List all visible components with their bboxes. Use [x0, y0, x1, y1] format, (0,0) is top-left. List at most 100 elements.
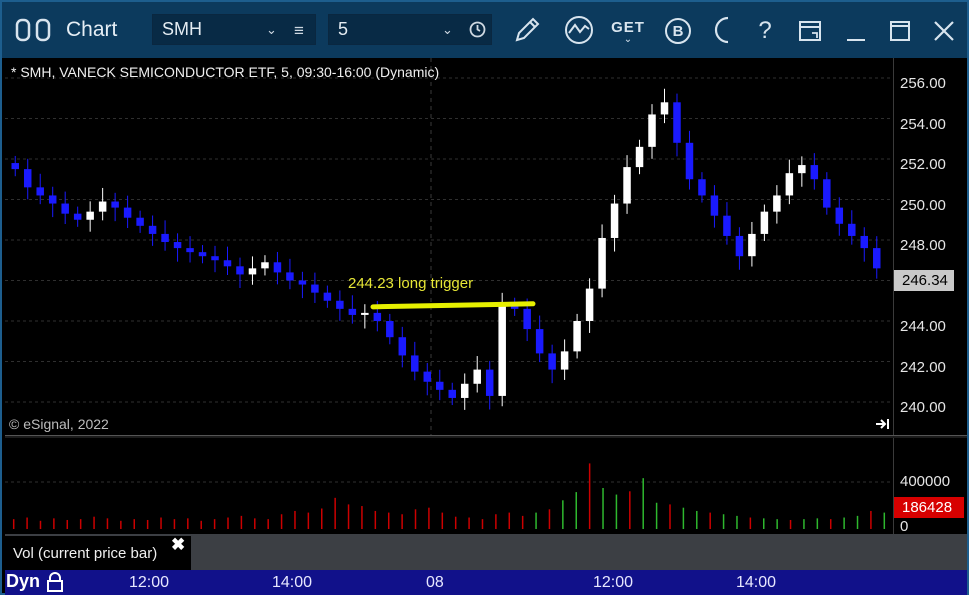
candle-body: [148, 225, 157, 234]
candle-body: [386, 321, 394, 338]
candle-body: [673, 102, 681, 143]
price-tick: 244.00: [900, 318, 946, 335]
price-tick: 252.00: [900, 156, 946, 173]
copyright-label: © eSignal, 2022: [9, 416, 109, 432]
maximize-icon[interactable]: [884, 15, 916, 47]
candle-body: [848, 223, 856, 236]
volume-tick: 400000: [900, 473, 951, 490]
candle-body: [286, 272, 294, 281]
chart-info-label: * SMH, VANECK SEMICONDUCTOR ETF, 5, 09:3…: [11, 64, 440, 80]
candle-body: [61, 203, 69, 214]
candle-body: [523, 308, 531, 330]
close-icon[interactable]: ✖: [171, 535, 185, 555]
price-tick: 248.00: [900, 237, 946, 254]
candle-body: [860, 235, 869, 249]
candle-body: [473, 369, 481, 384]
candle-body: [48, 195, 57, 204]
clock-icon[interactable]: [469, 21, 486, 43]
candle-body: [785, 173, 794, 196]
candle-body: [535, 329, 544, 354]
chevron-down-icon: ⌄: [623, 33, 633, 45]
candle-body: [660, 102, 669, 115]
get-label: GET: [611, 18, 645, 36]
candle-body: [11, 163, 19, 170]
candle-body: [123, 207, 132, 218]
study-label-bar: Vol (current price bar) ✖: [5, 534, 967, 570]
volume-study-text: Vol (current price bar): [13, 545, 158, 562]
buy-label: B: [672, 22, 684, 40]
candle-body: [773, 195, 781, 212]
interval-input[interactable]: 5 ⌄: [328, 14, 492, 45]
candle-body: [248, 268, 257, 275]
price-axis[interactable]: 256.00 254.00 252.00 250.00 248.00 244.0…: [893, 58, 967, 435]
candle-body: [748, 233, 756, 257]
candle-body: [111, 201, 119, 208]
trigger-annotation-label: 244.23 long trigger: [348, 275, 474, 292]
candle-body: [411, 355, 419, 372]
volume-axis[interactable]: 400000 186428 0: [893, 438, 967, 535]
moon-theme-icon[interactable]: [708, 14, 738, 46]
draw-pencil-icon[interactable]: [510, 14, 544, 46]
price-tick: 242.00: [900, 359, 946, 376]
candle-body: [548, 353, 556, 370]
candle-body: [498, 304, 506, 396]
symbol-value: SMH: [162, 19, 202, 39]
candle-body: [373, 312, 382, 321]
candle-body: [873, 248, 881, 269]
candle-body: [585, 288, 594, 321]
symbol-input[interactable]: SMH ⌄ ≡: [152, 14, 316, 45]
candle-body: [610, 203, 619, 238]
help-icon[interactable]: ?: [750, 15, 780, 47]
dyn-label[interactable]: Dyn: [6, 571, 40, 592]
volume-pane[interactable]: [5, 438, 893, 534]
candle-body: [211, 256, 219, 261]
candle-body: [311, 284, 319, 293]
volume-study-label[interactable]: Vol (current price bar) ✖: [5, 535, 191, 570]
window-title: Chart: [66, 18, 118, 41]
candle-body: [236, 266, 244, 275]
candle-body: [623, 167, 631, 204]
scroll-to-end-icon[interactable]: [874, 416, 892, 432]
buy-b-icon[interactable]: B: [662, 15, 694, 47]
candle-body: [398, 337, 407, 356]
get-icon[interactable]: GET ⌄: [608, 16, 648, 46]
candle-body: [186, 248, 194, 253]
price-chart-pane[interactable]: * SMH, VANECK SEMICONDUCTOR ETF, 5, 09:3…: [5, 58, 893, 435]
price-tick: 250.00: [900, 197, 946, 214]
menu-lines-icon[interactable]: ≡: [294, 21, 304, 41]
candle-body: [23, 169, 32, 188]
help-label: ?: [758, 17, 772, 44]
candle-body: [273, 262, 282, 273]
toolbar: Chart SMH ⌄ ≡ 5 ⌄ GET ⌄ B ?: [2, 2, 967, 58]
trigger-line: [370, 301, 536, 310]
chevron-down-icon[interactable]: ⌄: [266, 22, 277, 38]
window-icon[interactable]: [794, 15, 826, 47]
candle-body: [698, 179, 706, 196]
candle-body: [348, 308, 357, 315]
time-tick: 08: [426, 574, 444, 591]
candle-body: [423, 371, 432, 382]
candle-body: [760, 211, 769, 234]
candle-body: [710, 195, 719, 216]
candle-body: [136, 217, 144, 226]
study-wave-icon[interactable]: [562, 14, 596, 46]
candle-body: [223, 260, 232, 267]
time-tick: 12:00: [593, 574, 634, 591]
candle-body: [685, 142, 694, 180]
price-tick: 240.00: [900, 399, 946, 416]
time-tick: 14:00: [272, 574, 313, 591]
minimize-icon[interactable]: [840, 15, 872, 47]
candle-body: [835, 207, 844, 224]
volume-value-tag: 186428: [894, 497, 964, 518]
candle-body: [98, 201, 107, 212]
candle-body: [798, 165, 806, 174]
candle-body: [735, 235, 744, 257]
candle-body: [198, 252, 207, 257]
layout-toggle-icon[interactable]: [14, 18, 54, 42]
candle-body: [598, 237, 606, 289]
time-axis[interactable]: Dyn 12:00 14:00 08 12:00 14:00: [5, 570, 967, 595]
price-tick: 256.00: [900, 75, 946, 92]
lock-icon[interactable]: [45, 571, 65, 595]
chevron-down-icon[interactable]: ⌄: [442, 22, 453, 38]
close-icon[interactable]: [928, 15, 960, 47]
